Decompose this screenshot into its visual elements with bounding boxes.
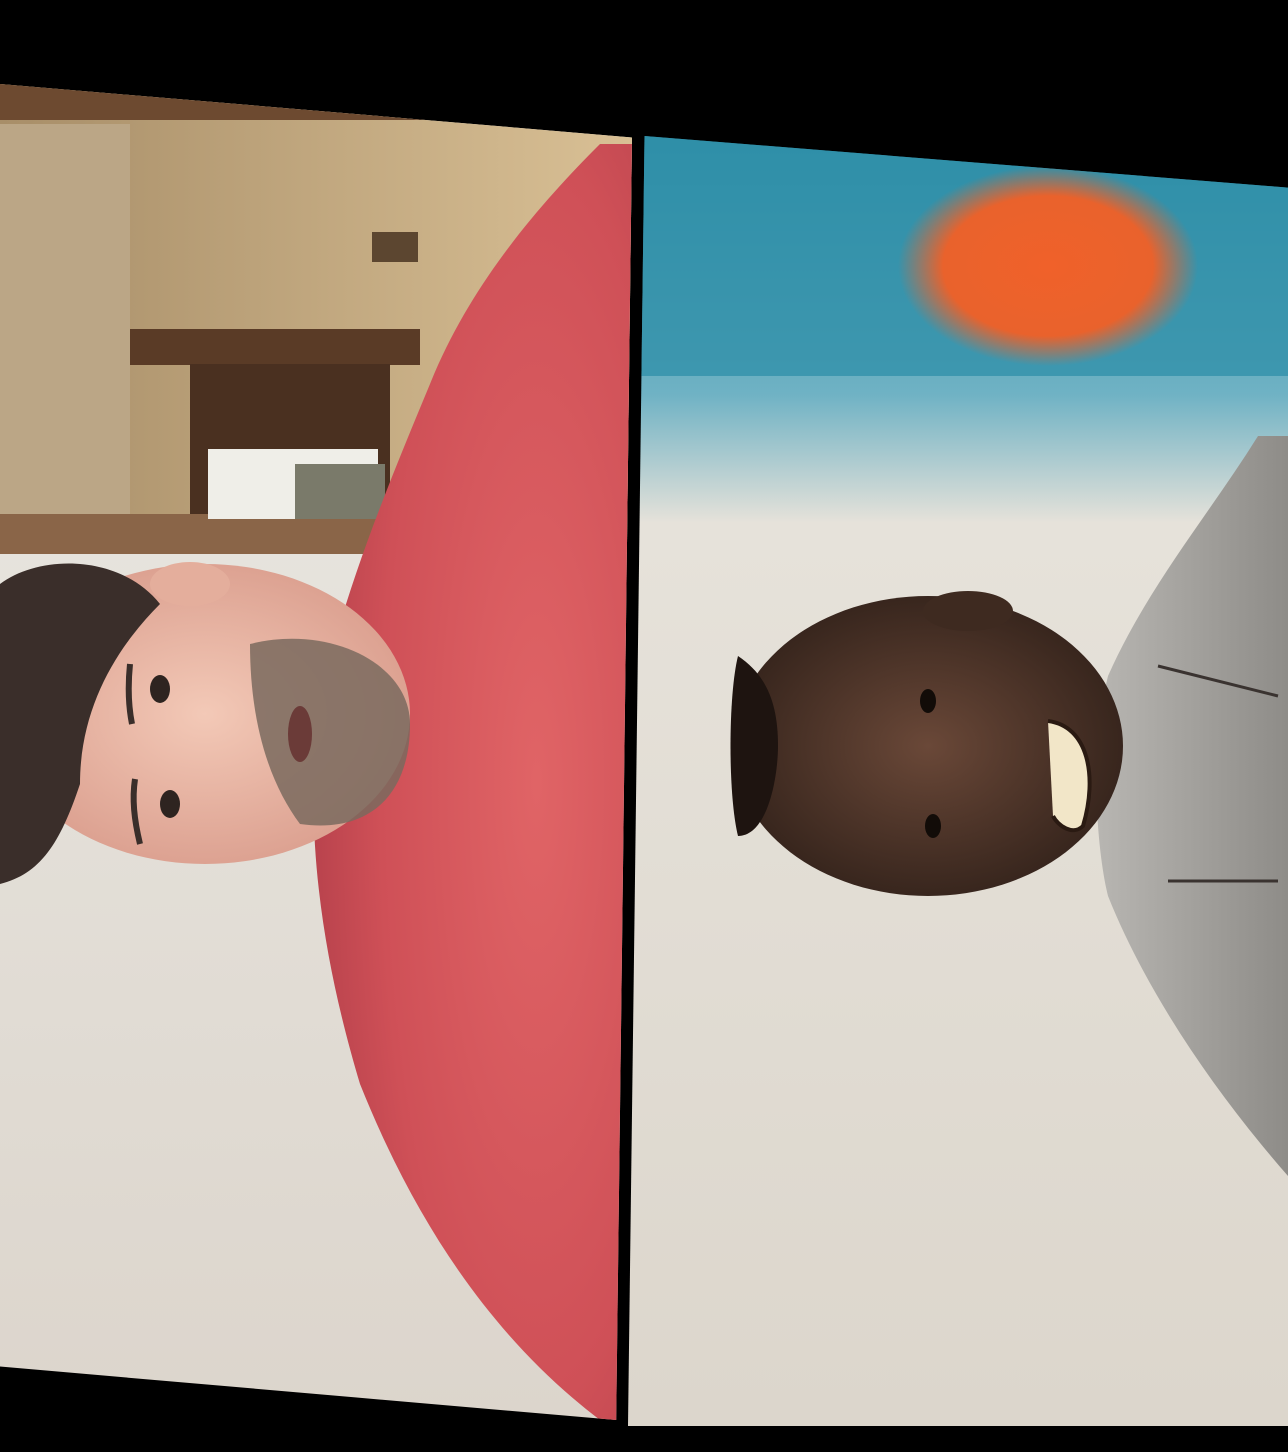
video-feed-right xyxy=(628,136,1288,1426)
video-call-window xyxy=(0,0,1288,1452)
video-feed-left xyxy=(0,84,632,1420)
participant-video-right[interactable] xyxy=(628,136,1288,1426)
participant-video-left[interactable] xyxy=(0,84,632,1420)
left-video-scene xyxy=(0,84,632,1420)
right-video-scene xyxy=(628,136,1288,1426)
